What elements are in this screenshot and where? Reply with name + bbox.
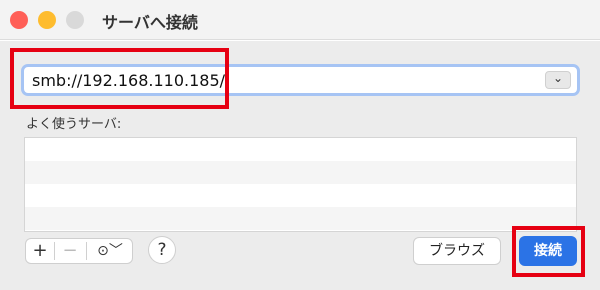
title-bar: サーバへ接続 (0, 0, 600, 40)
separator (86, 242, 87, 260)
favorite-servers-list[interactable] (24, 137, 577, 232)
list-item[interactable] (25, 184, 576, 207)
add-favorite-button[interactable]: + (26, 239, 54, 263)
window-title: サーバへ接続 (102, 13, 198, 32)
highlight-box-address (10, 48, 229, 109)
address-history-dropdown-button[interactable]: ⌄ (545, 71, 571, 89)
highlight-box-connect (512, 226, 585, 277)
list-item[interactable] (25, 138, 576, 161)
favorite-servers-label: よく使うサーバ: (26, 117, 122, 132)
minimize-window-button[interactable] (38, 11, 56, 29)
browse-button[interactable]: ブラウズ (413, 237, 501, 265)
zoom-window-button[interactable] (66, 11, 84, 29)
list-item[interactable] (25, 207, 576, 230)
help-button[interactable]: ? (148, 236, 176, 264)
chevron-down-icon: ⌄ (553, 71, 564, 85)
more-options-button[interactable]: ⊙﹀ (88, 239, 132, 263)
list-item[interactable] (25, 161, 576, 184)
remove-favorite-button[interactable]: − (56, 239, 84, 263)
favorites-edit-control: + − ⊙﹀ (25, 238, 133, 264)
separator (54, 242, 55, 260)
close-window-button[interactable] (10, 11, 28, 29)
